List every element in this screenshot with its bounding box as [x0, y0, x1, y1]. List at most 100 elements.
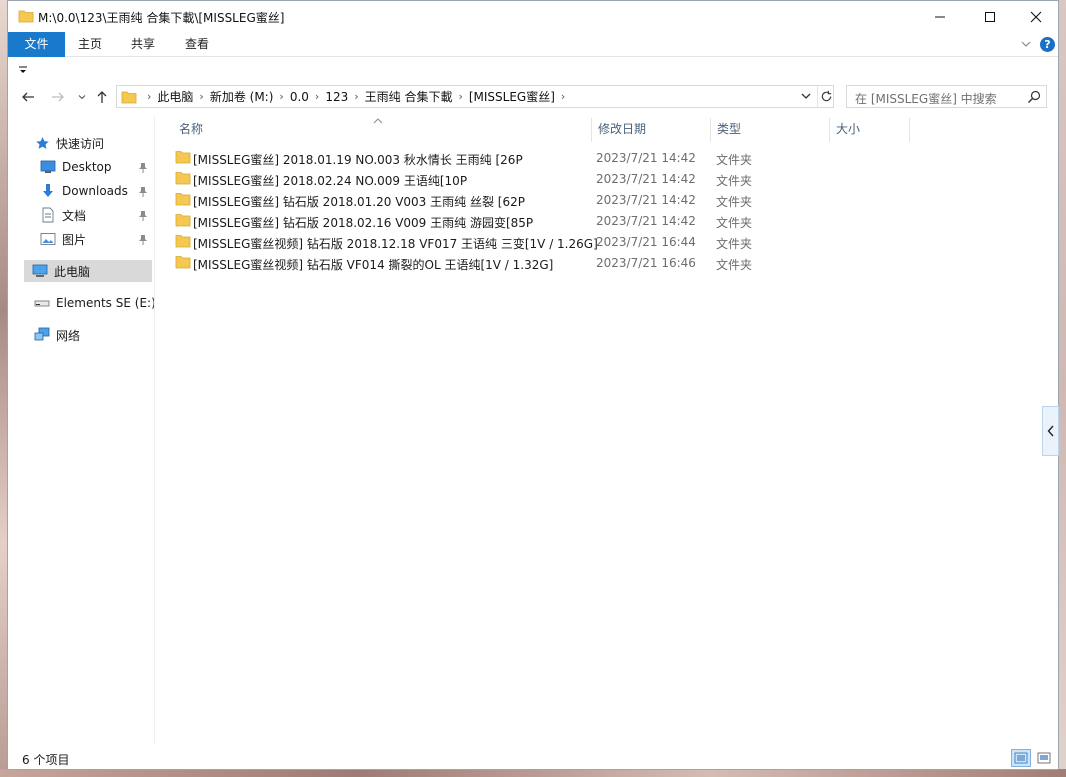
navigation-pane: 快速访问 Desktop Downloads 文档 图片 此电脑 Element…	[8, 115, 156, 745]
file-type: 文件夹	[716, 258, 753, 272]
file-name: [MISSLEG蜜丝视频] 钻石版 2018.12.18 VF017 王语纯 三…	[193, 237, 598, 251]
chevron-right-icon[interactable]: ›	[147, 90, 151, 103]
breadcrumb: › 此电脑 › 新加卷 (M:) › 0.0 › 123 › 王雨纯 合集下載 …	[141, 86, 571, 107]
back-button[interactable]	[18, 87, 38, 107]
maximize-button[interactable]	[967, 1, 1013, 32]
chevron-right-icon[interactable]: ›	[199, 90, 203, 103]
file-name: [MISSLEG蜜丝] 2018.02.24 NO.009 王语纯[10P	[193, 174, 468, 188]
expand-ribbon-chevron-icon[interactable]	[1019, 37, 1033, 51]
preview-pane-toggle[interactable]	[1042, 406, 1059, 456]
nav-item-label: 图片	[62, 232, 87, 247]
ribbon: 文件 主页 共享 查看 ?	[8, 32, 1058, 57]
file-type: 文件夹	[716, 153, 753, 167]
table-row[interactable]: [MISSLEG蜜丝视频] 钻石版 2018.12.18 VF017 王语纯 三…	[155, 231, 1035, 252]
search-input[interactable]: 在 [MISSLEG蜜丝] 中搜索	[846, 85, 1047, 108]
column-header-type[interactable]: 类型	[711, 116, 829, 142]
folder-icon	[121, 89, 137, 105]
details-view-button[interactable]	[1011, 749, 1031, 767]
chevron-right-icon[interactable]: ›	[561, 90, 565, 103]
picture-icon	[40, 231, 56, 247]
file-type: 文件夹	[716, 195, 753, 209]
details-view-icon	[1014, 752, 1028, 764]
minimize-icon	[935, 16, 945, 17]
table-row[interactable]: [MISSLEG蜜丝] 2018.01.19 NO.003 秋水情长 王雨纯 […	[155, 147, 1035, 168]
nav-item-label: Downloads	[62, 184, 128, 198]
table-row[interactable]: [MISSLEG蜜丝] 2018.02.24 NO.009 王语纯[10P 20…	[155, 168, 1035, 189]
nav-network[interactable]: 网络	[34, 324, 80, 346]
pin-icon	[138, 210, 148, 222]
close-button[interactable]	[1013, 1, 1059, 32]
wallpaper-right	[1058, 0, 1066, 777]
breadcrumb-folder-collection[interactable]: 王雨纯 合集下載	[365, 88, 453, 105]
maximize-icon	[985, 11, 995, 22]
file-name: [MISSLEG蜜丝] 钻石版 2018.02.16 V009 王雨纯 游园变[…	[193, 216, 534, 230]
pin-icon	[138, 162, 148, 174]
column-header-name[interactable]: 名称	[173, 116, 591, 142]
nav-item-documents[interactable]: 文档	[40, 204, 86, 226]
status-bar: 6 个项目	[8, 745, 1058, 771]
tab-share[interactable]: 共享	[117, 32, 169, 57]
desktop-icon	[40, 159, 56, 175]
folder-icon	[175, 191, 191, 207]
column-header-row: 名称 修改日期 类型 大小	[155, 116, 1035, 142]
file-name: [MISSLEG蜜丝] 钻石版 2018.01.20 V003 王雨纯 丝裂 […	[193, 195, 525, 209]
nav-item-desktop[interactable]: Desktop	[40, 156, 112, 178]
forward-button[interactable]	[48, 87, 68, 107]
file-date: 2023/7/21 14:42	[596, 193, 696, 207]
minimize-button[interactable]	[917, 1, 963, 32]
nav-quick-access[interactable]: 快速访问	[34, 132, 104, 154]
title-bar[interactable]: M:\0.0\123\王雨纯 合集下載\[MISSLEG蜜丝]	[8, 1, 1058, 32]
folder-icon	[175, 254, 191, 270]
arrow-left-icon	[22, 92, 34, 102]
refresh-icon	[821, 90, 831, 102]
chevron-down-icon	[78, 95, 86, 100]
help-icon[interactable]: ?	[1040, 37, 1055, 52]
close-icon	[1030, 11, 1042, 22]
document-icon	[40, 207, 56, 223]
file-list: [MISSLEG蜜丝] 2018.01.19 NO.003 秋水情长 王雨纯 […	[155, 147, 1035, 273]
chevron-right-icon[interactable]: ›	[279, 90, 283, 103]
column-header-size[interactable]: 大小	[830, 116, 908, 142]
column-divider[interactable]	[909, 118, 910, 142]
folder-icon	[175, 149, 191, 165]
nav-drive-elements[interactable]: Elements SE (E:)	[34, 292, 156, 314]
pin-icon	[138, 186, 148, 198]
chevron-right-icon[interactable]: ›	[458, 90, 462, 103]
address-history-dropdown-icon[interactable]	[799, 89, 813, 103]
folder-icon	[175, 233, 191, 249]
table-row[interactable]: [MISSLEG蜜丝视频] 钻石版 VF014 撕裂的OL 王语纯[1V / 1…	[155, 252, 1035, 273]
large-icons-view-icon	[1037, 752, 1051, 764]
breadcrumb-drive[interactable]: 新加卷 (M:)	[210, 88, 274, 105]
drive-icon	[34, 295, 50, 311]
network-icon	[34, 327, 50, 343]
address-bar[interactable]: › 此电脑 › 新加卷 (M:) › 0.0 › 123 › 王雨纯 合集下載 …	[116, 85, 834, 108]
file-date: 2023/7/21 14:42	[596, 214, 696, 228]
nav-item-pictures[interactable]: 图片	[40, 228, 86, 250]
tab-file[interactable]: 文件	[8, 32, 65, 57]
file-type: 文件夹	[716, 216, 753, 230]
breadcrumb-folder-123[interactable]: 123	[325, 90, 348, 104]
large-icons-view-button[interactable]	[1035, 749, 1053, 767]
breadcrumb-this-pc[interactable]: 此电脑	[157, 88, 193, 105]
chevron-right-icon[interactable]: ›	[315, 90, 319, 103]
search-icon[interactable]	[1027, 90, 1041, 104]
arrow-right-icon	[52, 92, 64, 102]
nav-item-downloads[interactable]: Downloads	[40, 180, 128, 202]
recent-locations-button[interactable]	[72, 87, 92, 107]
breadcrumb-folder-0-0[interactable]: 0.0	[290, 90, 309, 104]
column-header-date[interactable]: 修改日期	[592, 116, 710, 142]
tab-view[interactable]: 查看	[171, 32, 223, 57]
tab-home[interactable]: 主页	[65, 32, 115, 57]
nav-this-pc[interactable]: 此电脑	[24, 260, 152, 282]
file-date: 2023/7/21 16:46	[596, 256, 696, 270]
refresh-button[interactable]	[817, 86, 834, 107]
table-row[interactable]: [MISSLEG蜜丝] 钻石版 2018.02.16 V009 王雨纯 游园变[…	[155, 210, 1035, 231]
quick-access-toolbar-dropdown-icon[interactable]	[18, 64, 28, 74]
search-placeholder: 在 [MISSLEG蜜丝] 中搜索	[855, 92, 997, 106]
chevron-right-icon[interactable]: ›	[354, 90, 358, 103]
nav-quick-access-label: 快速访问	[56, 136, 105, 151]
breadcrumb-current-folder[interactable]: [MISSLEG蜜丝]	[469, 88, 555, 105]
file-type: 文件夹	[716, 237, 753, 251]
table-row[interactable]: [MISSLEG蜜丝] 钻石版 2018.01.20 V003 王雨纯 丝裂 […	[155, 189, 1035, 210]
up-button[interactable]	[92, 87, 112, 107]
